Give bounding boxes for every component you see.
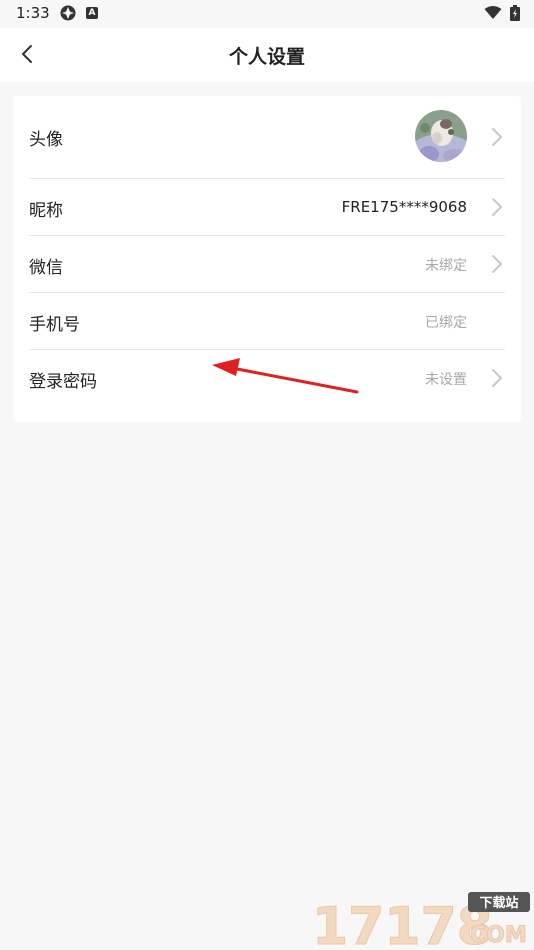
chevron-right-icon bbox=[492, 128, 502, 146]
row-label: 登录密码 bbox=[29, 372, 97, 392]
avatar-image bbox=[415, 110, 467, 162]
watermark-number: 17178 bbox=[312, 897, 493, 950]
a-badge-icon: A bbox=[86, 7, 98, 19]
wechat-status: 未绑定 bbox=[425, 258, 467, 274]
chevron-right-icon bbox=[492, 198, 502, 216]
aperture-icon bbox=[60, 5, 76, 21]
settings-row-wechat[interactable]: 微信 未绑定 bbox=[29, 236, 505, 293]
row-label: 昵称 bbox=[29, 201, 63, 221]
watermark-site: 下载站 bbox=[479, 895, 518, 911]
settings-row-phone: 手机号 已绑定 bbox=[29, 293, 505, 350]
settings-row-avatar[interactable]: 头像 bbox=[29, 96, 505, 179]
chevron-right-icon bbox=[492, 255, 502, 273]
watermark-logo: 17178 下载站 COM bbox=[312, 892, 530, 950]
chevron-right-icon bbox=[492, 369, 502, 387]
password-status: 未设置 bbox=[425, 372, 467, 388]
settings-row-password[interactable]: 登录密码 未设置 bbox=[29, 350, 505, 406]
nav-bar: 个人设置 bbox=[0, 28, 534, 82]
status-bar: 1:33 A bbox=[0, 0, 534, 28]
row-label: 头像 bbox=[29, 130, 63, 150]
status-time: 1:33 bbox=[16, 4, 50, 22]
row-label: 手机号 bbox=[29, 315, 80, 335]
watermark-domain: COM bbox=[470, 923, 527, 948]
page-title: 个人设置 bbox=[228, 46, 305, 68]
phone-status: 已绑定 bbox=[425, 315, 467, 331]
settings-row-nickname[interactable]: 昵称 FRE175****9068 bbox=[29, 179, 505, 236]
wifi-icon bbox=[484, 6, 502, 19]
battery-charging-icon bbox=[510, 5, 520, 21]
settings-card: 头像 昵称 FRE175****9068 微信 未绑定 手机号 已绑定 登录密码… bbox=[13, 96, 521, 422]
nickname-value: FRE175****9068 bbox=[341, 198, 467, 216]
row-label: 微信 bbox=[29, 258, 63, 278]
avatar[interactable] bbox=[415, 110, 467, 162]
